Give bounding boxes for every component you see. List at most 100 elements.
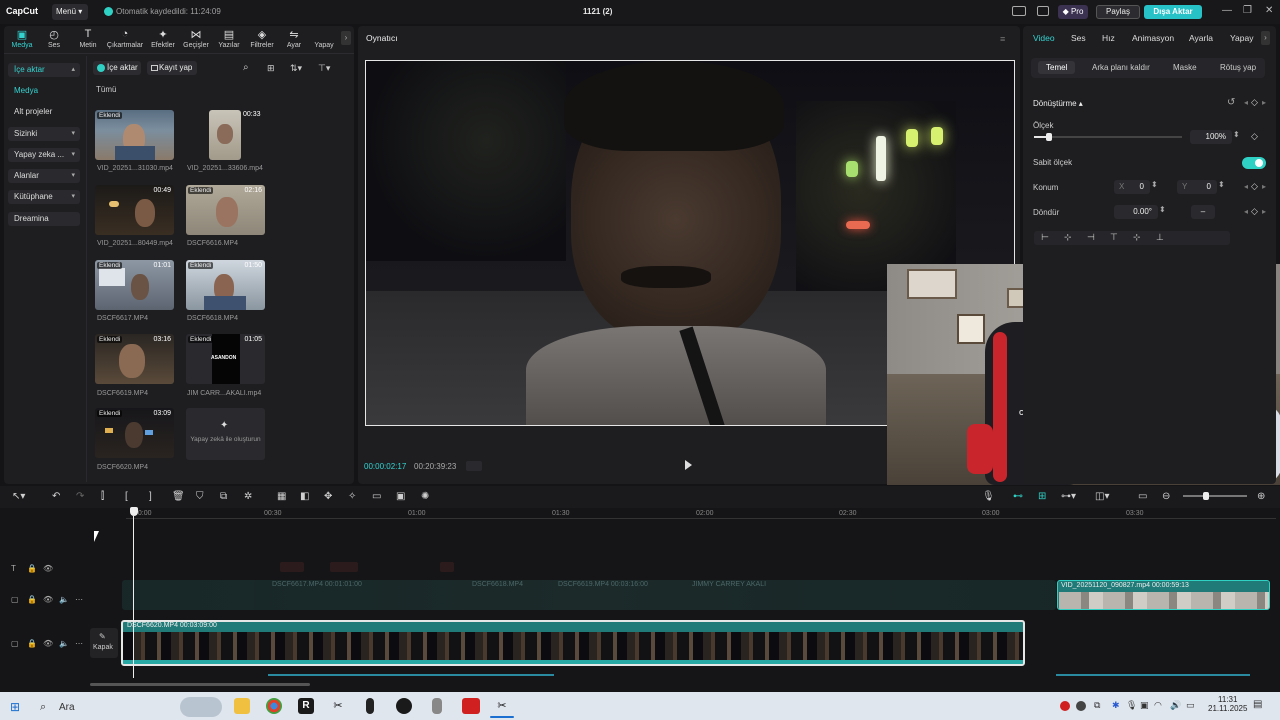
stepper-icon[interactable]: ⬍ (1218, 180, 1225, 189)
zoom-out-icon[interactable]: ⊖ (1162, 491, 1170, 502)
tab-video[interactable]: Video (1033, 33, 1055, 43)
align-middle-icon[interactable]: ⊹ (1133, 232, 1141, 243)
stepper-icon[interactable]: ⬍ (1159, 205, 1166, 214)
tab-ai[interactable]: Yapay (1230, 33, 1253, 43)
volume-icon[interactable]: 🔊 (1170, 700, 1181, 711)
subtab-mask[interactable]: Maske (1173, 63, 1197, 72)
position-y-input[interactable]: Y0 (1177, 180, 1217, 194)
auto-snap-icon[interactable]: ⊞ (1038, 491, 1046, 502)
tab-filters[interactable]: ◈ Filtreler (245, 28, 279, 49)
sidebar-item-import[interactable]: İçe aktar ▴ (8, 63, 80, 77)
sidebar-item-library[interactable]: Kütüphane ▾ (8, 190, 80, 204)
filter-icon[interactable]: ⊤▾ (318, 63, 330, 74)
timecode-toggle-icon[interactable] (466, 461, 482, 471)
ai-tool-icon[interactable]: ✺ (421, 491, 429, 502)
tab-effects[interactable]: ✦ Efektler (146, 28, 180, 49)
subtab-basic[interactable]: Temel (1038, 61, 1076, 74)
import-button[interactable]: İçe aktar (93, 61, 141, 75)
tab-ai[interactable]: Yapay (307, 28, 341, 49)
zoom-slider-knob[interactable] (1203, 492, 1209, 500)
media-thumbnail[interactable] (209, 110, 241, 160)
record-button[interactable]: Kayıt yap (147, 61, 197, 75)
flip-button[interactable]: – (1191, 205, 1215, 219)
crop-icon[interactable]: ⧉ (220, 491, 227, 502)
media-thumbnail[interactable]: 00:49 (95, 185, 174, 235)
mirror-icon[interactable]: ◧ (300, 491, 309, 502)
layout-icon[interactable] (1012, 6, 1026, 16)
select-tool-icon[interactable]: ↖▾ (12, 491, 25, 502)
taskbar-clock[interactable]: 11:31 21.11.2025 (1208, 695, 1247, 713)
eye-icon[interactable]: 👁 (43, 564, 53, 573)
align-bottom-icon[interactable]: ⊥ (1156, 232, 1164, 243)
lock-icon[interactable]: 🔒 (27, 564, 37, 573)
stepper-icon[interactable]: ⬍ (1233, 130, 1240, 139)
microphone-app-icon[interactable] (432, 698, 442, 714)
rotate-input[interactable]: 0.00° (1114, 205, 1158, 219)
lock-icon[interactable]: 🔒 (27, 595, 37, 604)
toolbar-more-icon[interactable]: › (341, 31, 351, 45)
cutout-icon[interactable]: ▭ (372, 491, 381, 502)
tab-stickers[interactable]: ◔ Çıkartmalar (103, 28, 147, 49)
player-menu-icon[interactable]: ≡ (1000, 34, 1005, 44)
scale-slider-knob[interactable] (1045, 133, 1052, 141)
position-x-input[interactable]: X0 (1114, 180, 1150, 194)
align-right-icon[interactable]: ⊣ (1087, 232, 1095, 243)
tab-captions[interactable]: ▤ Yazılar (212, 28, 246, 49)
file-explorer-icon[interactable] (234, 698, 250, 714)
tab-media[interactable]: ▣ Medya (5, 28, 39, 49)
speaker-icon[interactable]: 🔈 (59, 595, 69, 604)
split-left-icon[interactable]: [ (125, 491, 128, 502)
keyframe-prev-icon[interactable]: ◂ (1244, 207, 1248, 216)
sidebar-item-media[interactable]: Medya (8, 84, 80, 98)
text-clip[interactable] (330, 562, 358, 572)
microphone-icon[interactable]: 🎙 (982, 491, 995, 502)
caption-icon[interactable]: ▭ (1138, 491, 1147, 502)
capcut-taskbar-icon[interactable]: ✂ (330, 698, 346, 714)
more-icon[interactable]: ⋯ (75, 595, 83, 604)
microphone-icon[interactable]: 🎙 (1126, 700, 1137, 711)
share-button[interactable]: Paylaş (1096, 5, 1140, 19)
tab-audio[interactable]: ◴ Ses (37, 28, 71, 49)
zoom-slider[interactable] (1183, 495, 1247, 497)
media-thumbnail[interactable]: Eklendi (95, 110, 174, 160)
keyframe-next-icon[interactable]: ▸ (1262, 182, 1266, 191)
subtab-remove-bg[interactable]: Arka planı kaldır (1092, 63, 1150, 72)
undo-icon[interactable]: ↶ (52, 491, 60, 502)
bluetooth-icon[interactable]: ✱ (1112, 700, 1120, 711)
sidebar-item-yours[interactable]: Sizinki ▾ (8, 127, 80, 141)
play-button[interactable] (685, 460, 692, 470)
capcut-taskbar-icon[interactable]: ✂ (494, 698, 510, 714)
tab-speed[interactable]: Hız (1102, 33, 1115, 43)
chrome-icon[interactable] (266, 698, 282, 714)
pro-button[interactable]: ◆ Pro (1058, 5, 1088, 19)
wifi-icon[interactable]: ◠ (1154, 700, 1162, 711)
tray-icon[interactable]: ▣ (1140, 700, 1149, 711)
shortcut-icon[interactable] (1037, 6, 1049, 16)
tray-icon[interactable] (1060, 701, 1070, 711)
freeze-icon[interactable]: ✲ (244, 491, 252, 502)
sidebar-item-spaces[interactable]: Alanlar ▾ (8, 169, 80, 183)
minimize-icon[interactable]: — (1222, 5, 1232, 16)
text-clip[interactable] (280, 562, 304, 572)
align-center-icon[interactable]: ⊹ (1064, 232, 1072, 243)
preview-axis-icon[interactable]: ◫▾ (1095, 491, 1109, 502)
media-thumbnail[interactable]: Eklendi 03:16 (95, 334, 174, 384)
tab-sound[interactable]: Ses (1071, 33, 1086, 43)
keyframe-icon[interactable]: ◇ (1251, 131, 1258, 142)
text-clip[interactable] (440, 562, 454, 572)
taskbar-search[interactable]: Ara (59, 702, 75, 713)
scale-slider-track[interactable] (1034, 136, 1182, 138)
ai-create-card[interactable]: ✦ Yapay zekâ ile oluşturun (186, 408, 265, 460)
link-icon[interactable]: ⊶▾ (1061, 491, 1076, 502)
tray-icon[interactable] (1076, 701, 1086, 711)
keyframe-prev-icon[interactable]: ◂ (1244, 98, 1248, 107)
media-thumbnail[interactable]: Eklendi 03:09 (95, 408, 174, 458)
search-icon[interactable]: ⌕ (243, 62, 249, 73)
uniform-scale-toggle[interactable] (1242, 157, 1266, 169)
eye-icon[interactable]: 👁 (43, 639, 53, 648)
main-clip[interactable]: DSCF6620.MP4 00:03:09:00 (121, 620, 1025, 666)
filter-all-label[interactable]: Tümü (96, 85, 116, 94)
app-icon[interactable] (462, 698, 480, 714)
app-r-icon[interactable]: R (298, 698, 314, 714)
scale-input[interactable]: 100% (1190, 130, 1232, 144)
